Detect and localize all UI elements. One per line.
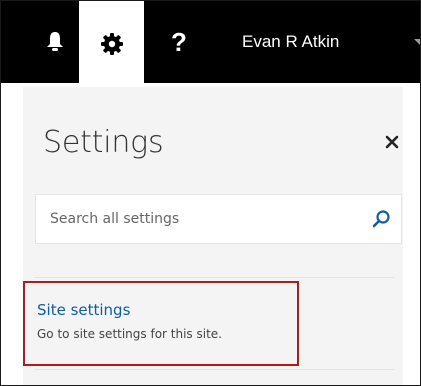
gear-icon xyxy=(100,33,123,55)
divider xyxy=(35,277,395,278)
divider xyxy=(35,369,395,370)
help-button[interactable]: ? xyxy=(144,1,214,83)
user-name: Evan R Atkin xyxy=(242,32,340,51)
search-icon xyxy=(372,210,390,228)
site-settings-description: Go to site settings for this site. xyxy=(37,327,222,341)
caret-down-icon xyxy=(414,39,420,46)
bell-icon xyxy=(47,32,63,51)
user-menu-button[interactable]: Evan R Atkin xyxy=(214,1,420,83)
settings-button[interactable] xyxy=(79,1,144,87)
search-button[interactable] xyxy=(371,209,391,229)
search-input[interactable] xyxy=(36,195,356,243)
site-settings-item[interactable]: Site settings Go to site settings for th… xyxy=(23,281,299,366)
search-box xyxy=(35,194,402,244)
close-icon xyxy=(385,135,399,149)
close-button[interactable] xyxy=(383,133,401,151)
panel-title: Settings xyxy=(43,125,164,160)
help-icon: ? xyxy=(171,26,187,57)
notifications-button[interactable] xyxy=(31,1,79,83)
suite-bar: ? Evan R Atkin xyxy=(1,1,420,87)
site-settings-link[interactable]: Site settings xyxy=(37,301,130,319)
settings-panel: Settings Site settings Go to site settin… xyxy=(23,87,403,385)
screenshot-frame: ? Evan R Atkin Settings Site setting xyxy=(0,0,421,386)
